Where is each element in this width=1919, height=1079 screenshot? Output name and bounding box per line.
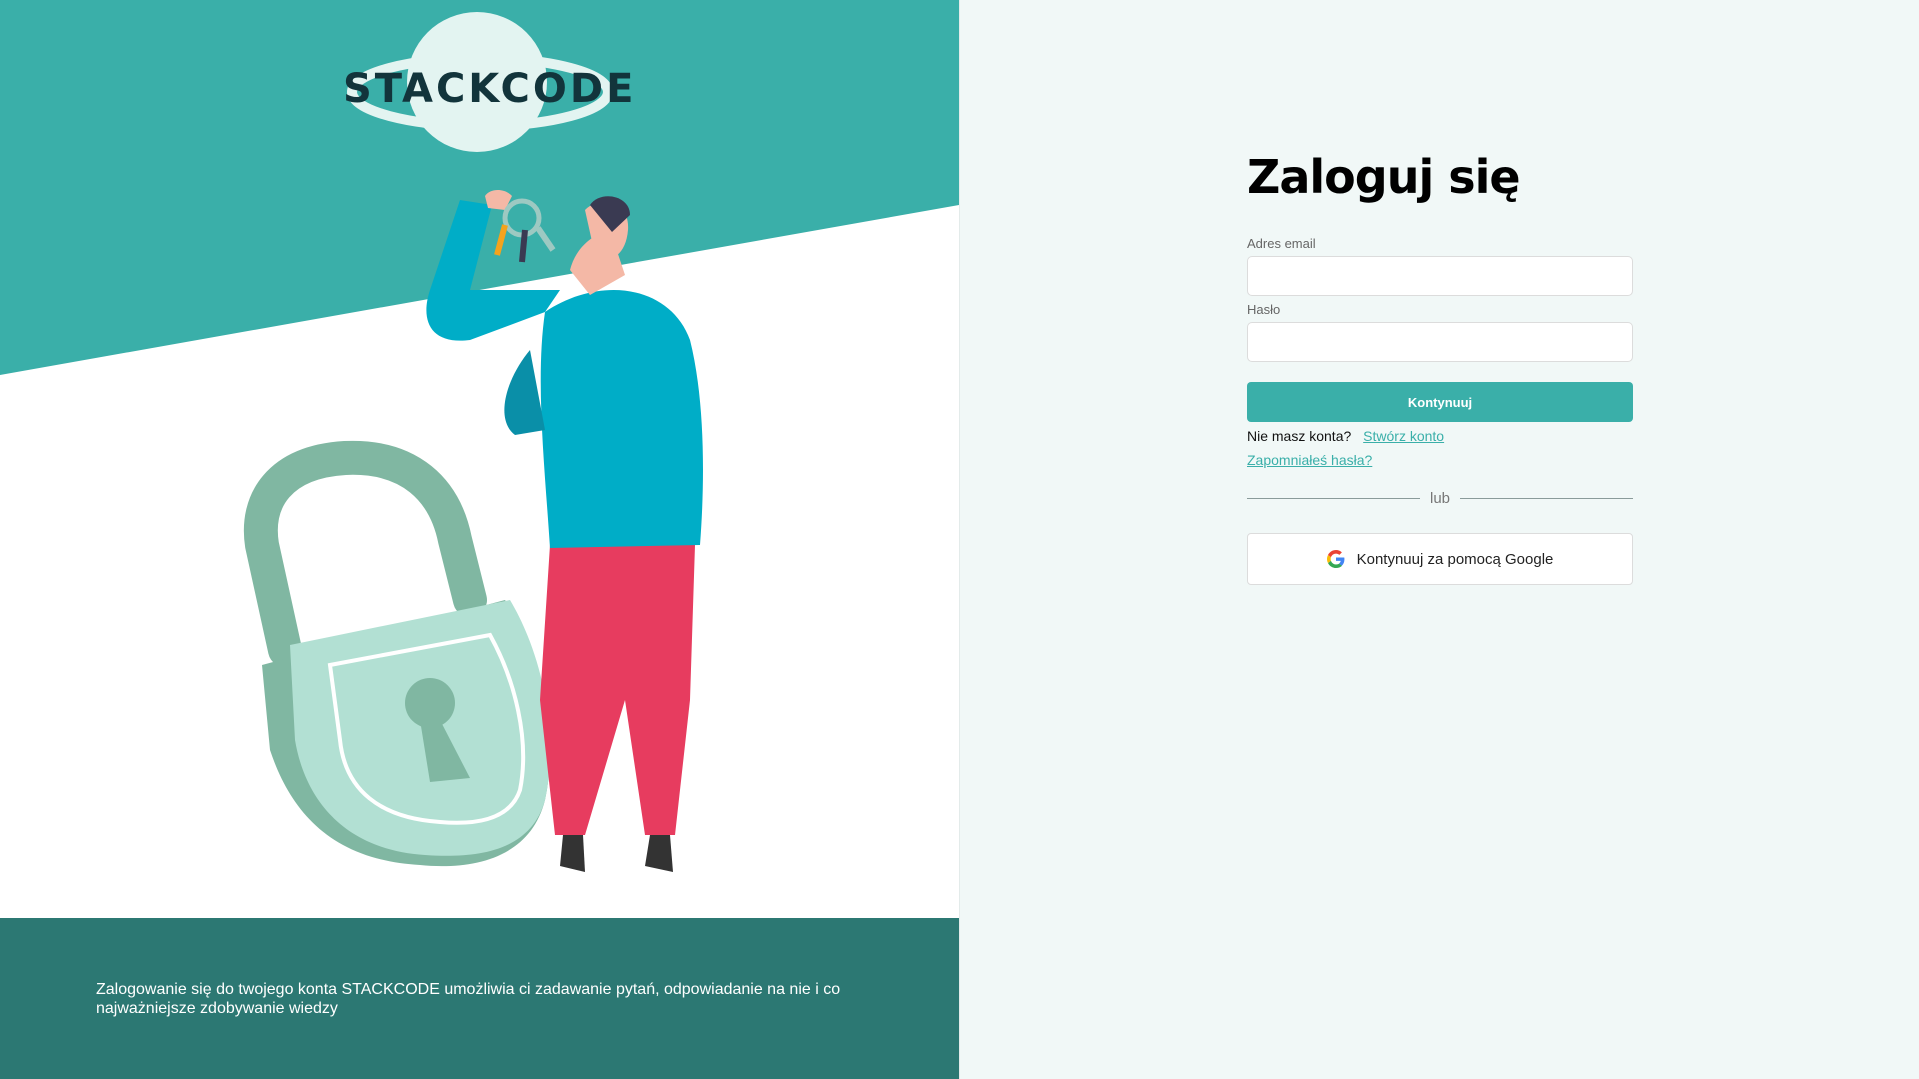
forgot-password-link[interactable]: Zapomniałeś hasła? (1247, 452, 1372, 468)
email-label: Adres email (1247, 236, 1316, 251)
divider-text: lub (1429, 489, 1451, 507)
logo-text: STACKCODE (343, 66, 637, 112)
or-divider: lub (1247, 488, 1633, 508)
login-panel: Zaloguj się Adres email Hasło Kontynuuj … (960, 0, 1919, 1079)
google-g-icon (1326, 550, 1345, 568)
continue-button[interactable]: Kontynuuj (1247, 382, 1633, 422)
divider-rule-left (1247, 497, 1420, 499)
no-account-text: Nie masz konta? (1247, 428, 1352, 444)
google-button-label: Kontynuuj za pomocą Google (1356, 550, 1554, 568)
signup-row: Nie masz konta? Stwórz konto (1247, 428, 1633, 446)
password-label: Hasło (1247, 302, 1281, 317)
login-form: Zaloguj się Adres email Hasło Kontynuuj … (1247, 150, 1633, 585)
create-account-link[interactable]: Stwórz konto (1363, 428, 1444, 444)
page-title: Zaloguj się (1247, 150, 1521, 204)
login-page: STACKCODE Zalogowanie się do twojego kon… (0, 0, 1919, 1079)
padlock-illustration (243, 440, 551, 867)
email-field[interactable] (1247, 256, 1633, 296)
forgot-row: Zapomniałeś hasła? (1247, 452, 1633, 470)
password-field[interactable] (1247, 322, 1633, 362)
stackcode-logo: STACKCODE (340, 10, 633, 155)
divider-rule-right (1460, 497, 1633, 499)
google-login-button[interactable]: Kontynuuj za pomocą Google (1247, 533, 1633, 585)
footer-description: Zalogowanie się do twojego konta STACKCO… (96, 981, 841, 1017)
